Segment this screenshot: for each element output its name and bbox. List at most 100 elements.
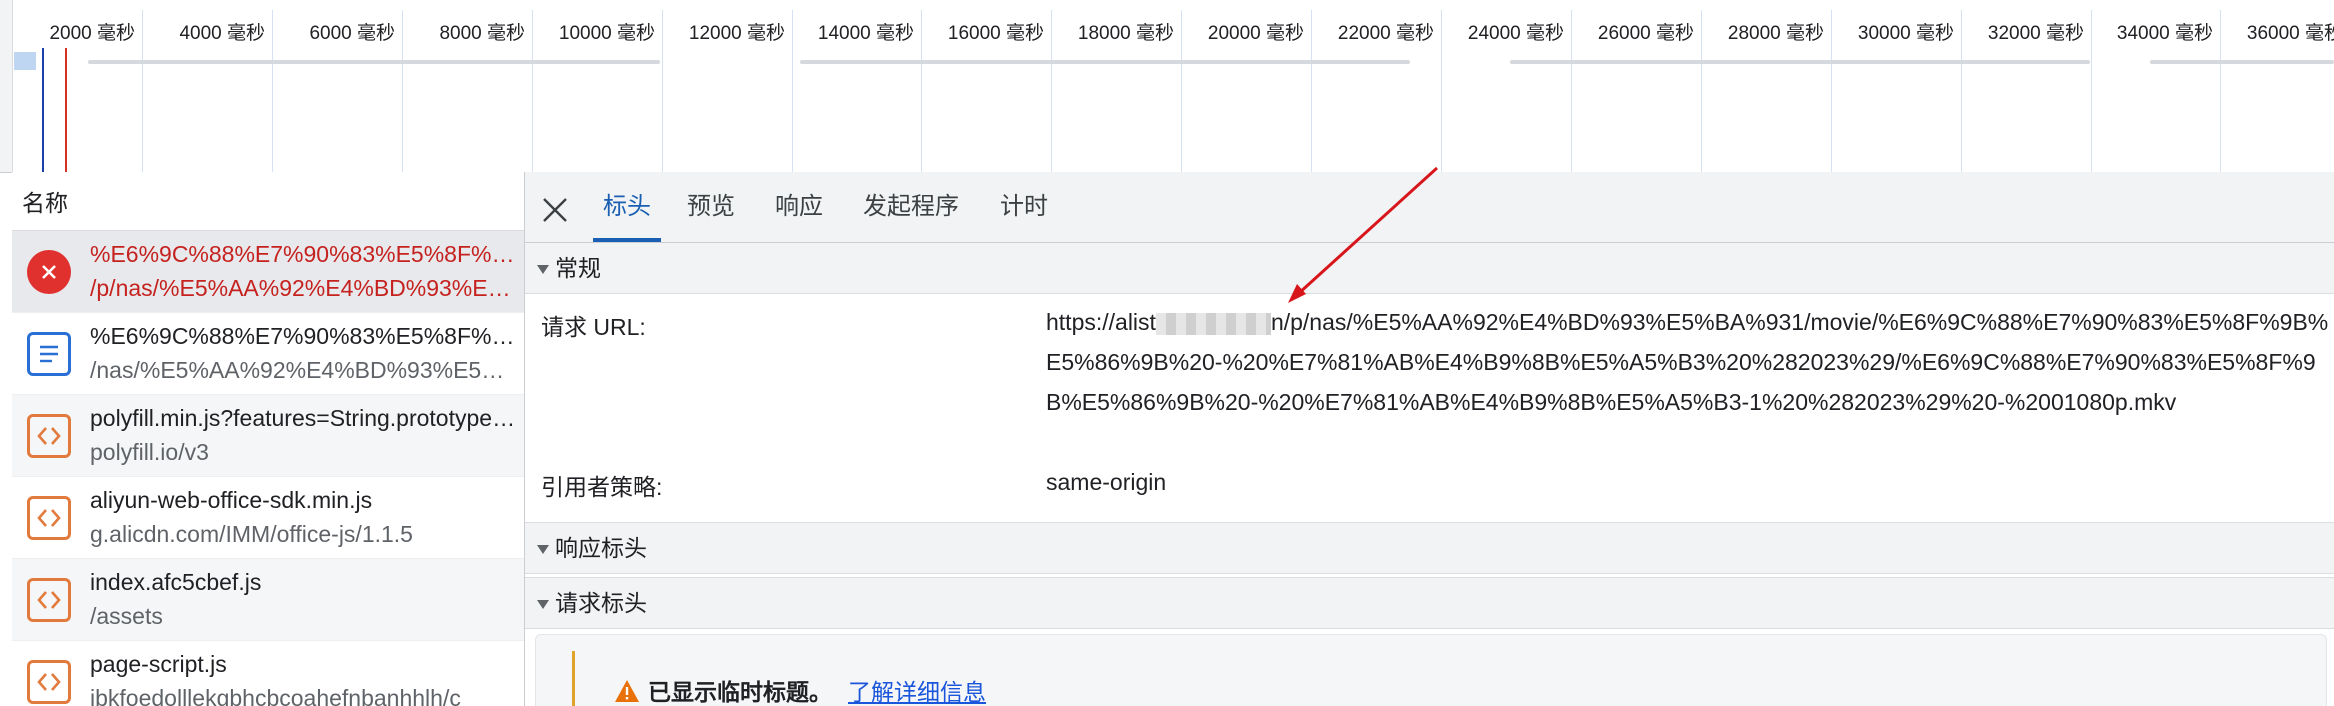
- expand-triangle-icon: [537, 600, 549, 610]
- script-icon: [27, 578, 71, 622]
- timeline-tick-label: 22000 毫秒: [1337, 23, 1434, 44]
- timeline-tick-label: 36000 毫秒: [2246, 23, 2334, 44]
- timeline-tick-label: 18000 毫秒: [1077, 23, 1174, 44]
- referrer-policy-value: same-origin: [1046, 469, 1167, 495]
- timeline-tick: 28000 毫秒: [1728, 10, 1832, 172]
- general-section-header[interactable]: 常规: [525, 243, 2334, 294]
- warning-accent-bar: [572, 651, 575, 706]
- request-name: page-script.js: [90, 651, 227, 677]
- request-text: page-script.js ibkfoedolllekgbhcbcoahefnb…: [90, 647, 520, 706]
- timeline-tick-label: 28000 毫秒: [1727, 23, 1824, 44]
- request-row[interactable]: %E6%9C%88%E7%90%83%E5%8F%9B%E5%86%9B/p/n…: [12, 231, 524, 313]
- error-icon: [27, 250, 71, 294]
- request-name: index.afc5cbef.js: [90, 569, 262, 595]
- load-event-marker: [65, 48, 67, 172]
- script-icon: [27, 414, 71, 458]
- request-headers-title: 请求标头: [555, 590, 647, 616]
- request-row[interactable]: %E6%9C%88%E7%90%83%E5%8F%9B%E5%86%9B/nas…: [12, 313, 524, 395]
- timeline-tick-label: 32000 毫秒: [1987, 23, 2084, 44]
- timeline-tick: 8000 毫秒: [439, 10, 533, 172]
- general-section-title: 常规: [555, 255, 601, 281]
- request-row[interactable]: index.afc5cbef.js/assets: [12, 559, 524, 641]
- timeline-tick: 6000 毫秒: [309, 10, 403, 172]
- warning-text: 已显示临时标题。: [648, 679, 832, 705]
- redacted-domain: [1155, 312, 1271, 335]
- request-list: %E6%9C%88%E7%90%83%E5%8F%9B%E5%86%9B/p/n…: [12, 231, 524, 706]
- dom-content-loaded-marker: [42, 48, 44, 172]
- timeline-tick-label: 26000 毫秒: [1597, 23, 1694, 44]
- network-timeline-overview[interactable]: 2000 毫秒 4000 毫秒 6000 毫秒 8000 毫秒 10000 毫秒 1200…: [0, 0, 2334, 173]
- timeline-tick-label: 34000 毫秒: [2116, 23, 2213, 44]
- timeline-tick: 20000 毫秒: [1208, 10, 1312, 172]
- request-name: %E6%9C%88%E7%90%83%E5%8F%9B%E5%86%9B: [90, 323, 520, 349]
- timeline-transfer-bar: [88, 60, 660, 64]
- request-row[interactable]: polyfill.min.js?features=String.prototyp…: [12, 395, 524, 477]
- request-detail-panel: 标头 预览 响应 发起程序 计时 常规 请求 URL: https://alis…: [525, 172, 2334, 706]
- timeline-tick: 34000 毫秒: [2117, 10, 2221, 172]
- referrer-policy-label: 引用者策略:: [541, 474, 663, 500]
- script-icon: [27, 496, 71, 540]
- expand-triangle-icon: [537, 545, 549, 555]
- request-text: index.afc5cbef.js/assets: [90, 565, 520, 633]
- timeline-tick-label: 30000 毫秒: [1857, 23, 1954, 44]
- timeline-transfer-bar: [1510, 60, 2090, 64]
- request-path: /nas/%E5%AA%92%E4%BD%93%E5%BA%931: [90, 357, 520, 383]
- timeline-tick-label: 14000 毫秒: [817, 23, 914, 44]
- timeline-tick: 4000 毫秒: [179, 10, 273, 172]
- script-icon: [27, 660, 71, 704]
- request-name: %E6%9C%88%E7%90%83%E5%8F%9B%E5%86%9B: [90, 241, 520, 267]
- tab-timing[interactable]: 计时: [997, 172, 1051, 242]
- timeline-tick-label: 20000 毫秒: [1207, 23, 1304, 44]
- timeline-tick: 16000 毫秒: [948, 10, 1052, 172]
- request-text: %E6%9C%88%E7%90%83%E5%8F%9B%E5%86%9B/p/n…: [90, 237, 520, 305]
- request-path: /p/nas/%E5%AA%92%E4%BD%93%E5%BA%931: [90, 275, 520, 301]
- request-list-panel: 名称 %E6%9C%88%E7%90%83%E5%8F%9B%E5%86%9B/…: [12, 172, 525, 706]
- request-path: /assets: [90, 603, 163, 629]
- timeline-tick: 22000 毫秒: [1338, 10, 1442, 172]
- timeline-tick-label: 10000 毫秒: [558, 23, 655, 44]
- timeline-tick-label: 2000 毫秒: [49, 23, 135, 44]
- request-name: aliyun-web-office-sdk.min.js: [90, 487, 373, 513]
- request-text: aliyun-web-office-sdk.min.js g.alicdn.com…: [90, 483, 520, 551]
- timeline-tick: 2000 毫秒: [49, 10, 143, 172]
- timeline-ticks: 2000 毫秒 4000 毫秒 6000 毫秒 8000 毫秒 10000 毫秒 1200…: [0, 0, 2334, 172]
- timeline-tick: 10000 毫秒: [559, 10, 663, 172]
- request-row[interactable]: page-script.js ibkfoedolllekgbhcbcoahefnb…: [12, 641, 524, 706]
- request-path: polyfill.io/v3: [90, 439, 209, 465]
- timeline-tick: 18000 毫秒: [1078, 10, 1182, 172]
- request-url-label: 请求 URL:: [541, 314, 646, 340]
- timeline-tick: 14000 毫秒: [818, 10, 922, 172]
- request-url-value[interactable]: https://alist n/p/nas/%E5%AA%92%E4%BD%93%…: [1046, 302, 2334, 422]
- tab-response[interactable]: 响应: [772, 172, 826, 242]
- timeline-tick: 24000 毫秒: [1468, 10, 1572, 172]
- request-row[interactable]: aliyun-web-office-sdk.min.js g.alicdn.com…: [12, 477, 524, 559]
- timeline-tick: 12000 毫秒: [689, 10, 793, 172]
- close-icon[interactable]: [541, 196, 569, 224]
- timeline-tick-label: 4000 毫秒: [179, 23, 265, 44]
- timeline-tick-label: 16000 毫秒: [947, 23, 1044, 44]
- timeline-tick: 32000 毫秒: [1988, 10, 2092, 172]
- document-icon: [27, 332, 71, 376]
- request-url-prefix: https://alist: [1046, 309, 1156, 335]
- timeline-transfer-bar: [2150, 60, 2334, 64]
- detail-tabbar: 标头 预览 响应 发起程序 计时: [525, 172, 2334, 243]
- tab-headers[interactable]: 标头: [593, 172, 661, 242]
- tab-initiator[interactable]: 发起程序: [861, 172, 961, 242]
- provisional-headers-warning: 已显示临时标题。 了解详细信息: [535, 634, 2327, 706]
- tab-preview[interactable]: 预览: [684, 172, 738, 242]
- warning-icon: [615, 680, 639, 702]
- request-path: ibkfoedolllekgbhcbcoahefnbanhhlh/c: [90, 685, 461, 706]
- name-column-header[interactable]: 名称: [12, 172, 524, 231]
- request-path: g.alicdn.com/IMM/office-js/1.1.5: [90, 521, 413, 547]
- timeline-tick: 26000 毫秒: [1598, 10, 1702, 172]
- timeline-tick: 30000 毫秒: [1858, 10, 1962, 172]
- expand-triangle-icon: [537, 265, 549, 275]
- response-headers-section-header[interactable]: 响应标头: [525, 522, 2334, 574]
- request-headers-section-header[interactable]: 请求标头: [525, 577, 2334, 629]
- timeline-tick-label: 6000 毫秒: [309, 23, 395, 44]
- request-name: polyfill.min.js?features=String.prototyp…: [90, 405, 520, 431]
- response-headers-title: 响应标头: [555, 535, 647, 561]
- learn-more-link[interactable]: 了解详细信息: [848, 673, 986, 706]
- timeline-tick-label: 8000 毫秒: [439, 23, 525, 44]
- request-text: polyfill.min.js?features=String.prototyp…: [90, 401, 520, 469]
